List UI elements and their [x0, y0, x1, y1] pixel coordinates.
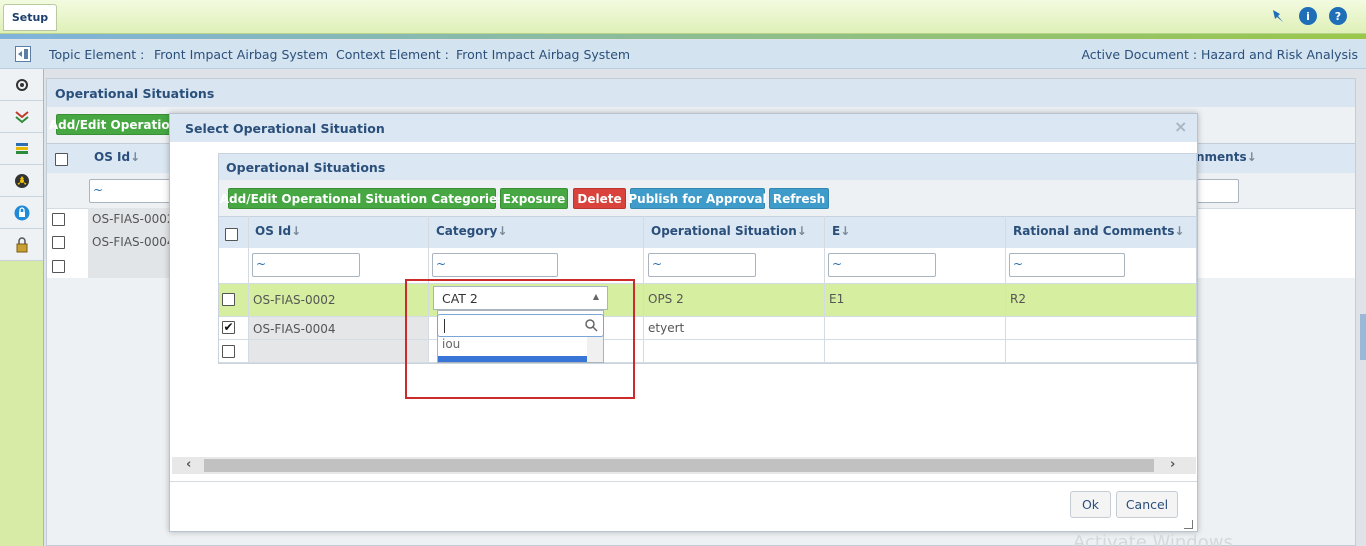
- row-rational: R2: [1010, 292, 1026, 306]
- filter-operational-situation[interactable]: ~: [648, 253, 756, 277]
- row-os-id: OS-FIAS-0004: [253, 322, 336, 336]
- lock-blue-icon[interactable]: [0, 197, 43, 229]
- layers-down-icon[interactable]: [0, 101, 43, 133]
- exposure-button[interactable]: Exposure: [500, 188, 568, 209]
- col-os-id[interactable]: OS Id↓: [255, 224, 301, 238]
- bg-row-checkbox[interactable]: [52, 213, 65, 226]
- table-row[interactable]: [219, 283, 1196, 316]
- bg-col-comments: nments↓: [1196, 150, 1257, 164]
- filter-os-id[interactable]: ~: [252, 253, 360, 277]
- help-icon[interactable]: ?: [1329, 7, 1347, 25]
- col-divider: [248, 216, 249, 362]
- filter-category[interactable]: ~: [432, 253, 558, 277]
- row-e: E1: [829, 292, 845, 306]
- bg-row-id: OS-FIAS-0004: [92, 235, 175, 249]
- context-value: Front Impact Airbag System: [456, 47, 631, 62]
- setup-tab[interactable]: Setup: [3, 4, 57, 31]
- scrollbar-thumb[interactable]: [204, 459, 1154, 472]
- bg-row-id: OS-FIAS-0002: [92, 212, 175, 226]
- bg-filter-comments[interactable]: [1196, 179, 1239, 203]
- modal-footer-divider: [170, 481, 1197, 482]
- context-bar: Topic Element : Front Impact Airbag Syst…: [0, 40, 1366, 69]
- top-bar: [0, 0, 1366, 34]
- col-operational-situation[interactable]: Operational Situation↓: [651, 224, 807, 238]
- row-situation: etyert: [648, 321, 685, 335]
- bg-select-all-checkbox[interactable]: [55, 153, 68, 166]
- select-all-checkbox[interactable]: [225, 228, 238, 241]
- col-rational-comments[interactable]: Rational and Comments↓: [1013, 224, 1184, 238]
- active-document: Active Document : Hazard and Risk Analys…: [1081, 47, 1358, 62]
- ok-button[interactable]: Ok: [1070, 491, 1111, 518]
- row-divider: [219, 339, 1196, 340]
- bg-row-checkbox[interactable]: [52, 236, 65, 249]
- col-e[interactable]: E↓: [832, 224, 850, 238]
- col-divider: [824, 216, 825, 362]
- background-panel-title: Operational Situations: [47, 79, 1355, 107]
- refresh-button[interactable]: Refresh: [769, 188, 829, 209]
- watermark: Activate Windows: [1073, 532, 1233, 546]
- scroll-right-icon[interactable]: ›: [1170, 457, 1175, 472]
- pin-icon[interactable]: [1269, 7, 1287, 25]
- scroll-left-icon[interactable]: ‹: [186, 457, 191, 472]
- modal-title: Select Operational Situation: [170, 114, 1197, 142]
- row-checkbox-checked[interactable]: ✔: [222, 321, 235, 334]
- info-icon[interactable]: i: [1299, 7, 1317, 25]
- row-os-id: OS-FIAS-0002: [253, 293, 336, 307]
- inner-panel-title: Operational Situations: [219, 154, 1196, 180]
- col-divider: [643, 216, 644, 362]
- row-checkbox[interactable]: [222, 293, 235, 306]
- page-scrollbar[interactable]: [1360, 314, 1366, 360]
- row-divider: [219, 362, 1196, 363]
- context-label: Context Element :: [336, 47, 449, 62]
- close-icon[interactable]: ×: [1174, 119, 1188, 135]
- resize-handle-icon[interactable]: [1184, 520, 1193, 529]
- row-situation: OPS 2: [648, 292, 684, 306]
- add-edit-categories-button[interactable]: Add/Edit Operational Situation Categorie…: [220, 188, 504, 209]
- col-category[interactable]: Category↓: [436, 224, 507, 238]
- bg-filter-os-id[interactable]: ~: [89, 179, 171, 203]
- filter-e[interactable]: ~: [828, 253, 936, 277]
- horizontal-scrollbar[interactable]: ‹ ›: [172, 457, 1196, 474]
- row-divider: [219, 316, 1196, 317]
- stack-icon[interactable]: [0, 133, 43, 165]
- row-checkbox[interactable]: [222, 345, 235, 358]
- settings-icon[interactable]: [0, 69, 43, 101]
- bg-row-checkbox[interactable]: [52, 260, 65, 273]
- col-divider: [1005, 216, 1006, 362]
- highlight-annotation-box: [405, 279, 635, 399]
- sidebar: [0, 69, 44, 546]
- row-divider: [219, 283, 1196, 284]
- bg-col-os-id: OS Id↓: [94, 150, 141, 164]
- collapse-icon[interactable]: [15, 46, 31, 62]
- cancel-button[interactable]: Cancel: [1116, 491, 1178, 518]
- topic-label: Topic Element :: [49, 47, 145, 62]
- bg-add-edit-button[interactable]: Add/Edit Operation: [49, 114, 178, 135]
- publish-button[interactable]: Publish for Approval: [628, 188, 767, 209]
- hazard-icon[interactable]: [0, 165, 43, 197]
- topic-value: Front Impact Airbag System: [154, 47, 329, 62]
- accent-bar: [0, 34, 1366, 39]
- lock-icon[interactable]: [0, 229, 43, 261]
- filter-rational[interactable]: ~: [1009, 253, 1125, 277]
- delete-button[interactable]: Delete: [573, 188, 626, 209]
